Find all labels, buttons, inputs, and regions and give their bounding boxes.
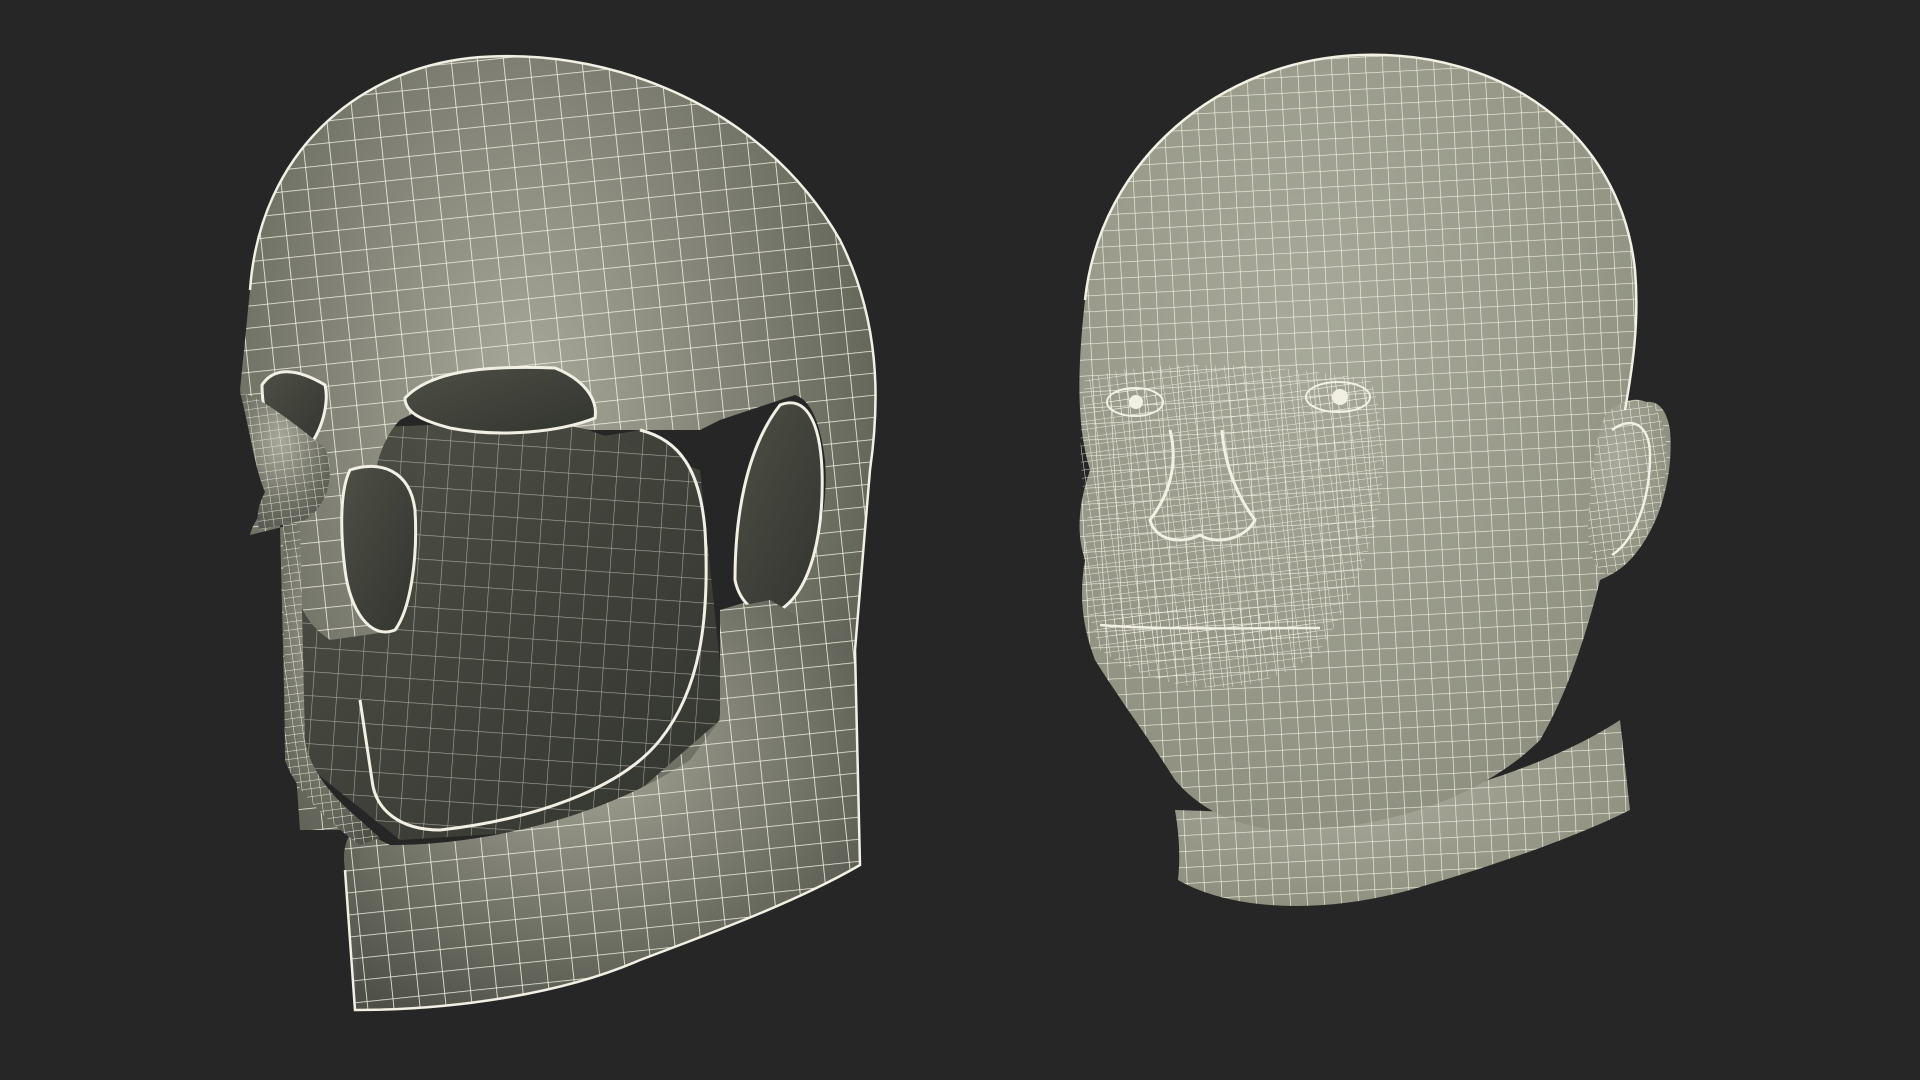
head-eye-left <box>1305 381 1371 413</box>
render-viewport <box>0 0 1920 1080</box>
head-eye-right <box>1106 387 1164 417</box>
scene-canvas <box>0 0 1920 1080</box>
